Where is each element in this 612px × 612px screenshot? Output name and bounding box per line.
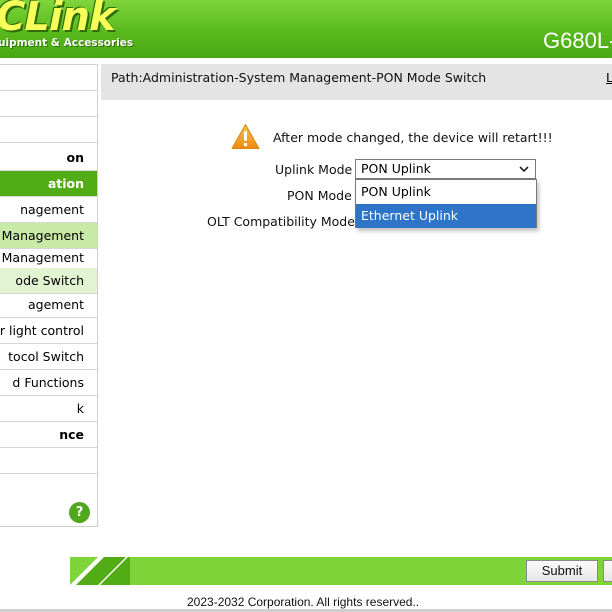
sidebar-item-protocol-switch[interactable]: tocol Switch bbox=[0, 344, 97, 370]
submit-button[interactable]: Submit bbox=[526, 560, 598, 582]
footer-stripe bbox=[70, 557, 130, 585]
sidebar-item-maintenance[interactable]: nce bbox=[0, 422, 97, 448]
sidebar-item-3[interactable] bbox=[0, 117, 97, 143]
header-banner: CLink uipment & Accessories G680L- bbox=[0, 0, 612, 58]
sidebar-item-application[interactable]: on bbox=[0, 145, 97, 171]
help-icon[interactable]: ? bbox=[69, 502, 90, 523]
sidebar-item-label: k bbox=[76, 401, 84, 416]
breadcrumb: Path:Administration-System Management-PO… bbox=[111, 70, 487, 85]
sidebar-item-2[interactable] bbox=[0, 91, 97, 117]
sidebar-item-label: d Functions bbox=[12, 375, 84, 390]
warning-icon bbox=[231, 124, 260, 149]
copyright-text: 2023-2032 Corporation. All rights reserv… bbox=[187, 595, 420, 609]
sidebar-item-advanced-functions[interactable]: d Functions bbox=[0, 370, 97, 396]
uplink-mode-label: Uplink Mode bbox=[275, 162, 353, 177]
warning-message: After mode changed, the device will reta… bbox=[273, 130, 553, 145]
sidebar-item-label: nagement bbox=[20, 202, 84, 217]
sidebar-item-label: ation bbox=[47, 176, 84, 191]
sidebar-item-pon-mode-switch[interactable]: ode Switch bbox=[0, 268, 97, 294]
pon-mode-label: PON Mode bbox=[287, 188, 352, 203]
sidebar-item-blank[interactable] bbox=[0, 448, 97, 474]
sidebar-item-label: nce bbox=[59, 427, 84, 442]
sidebar-item-label: ode Switch bbox=[15, 273, 84, 288]
logout-link[interactable]: L bbox=[606, 70, 612, 85]
sidebar-item-label: tocol Switch bbox=[8, 349, 84, 364]
uplink-mode-select[interactable]: PON Uplink bbox=[355, 159, 536, 179]
sidebar-item-label: on bbox=[66, 150, 85, 165]
option-ethernet-uplink[interactable]: Ethernet Uplink bbox=[356, 204, 536, 228]
chevron-down-icon bbox=[519, 166, 529, 173]
breadcrumb-bar: Path:Administration-System Management-PO… bbox=[101, 64, 612, 100]
page: CLink uipment & Accessories G680L- on at… bbox=[0, 0, 612, 612]
sidebar-item-indicator-light-control[interactable]: r light control bbox=[0, 318, 97, 344]
sidebar-item-diagnosis[interactable]: k bbox=[0, 396, 97, 422]
sidebar-item-label: r light control bbox=[0, 323, 84, 338]
sidebar-item-administration[interactable]: ation bbox=[0, 171, 97, 197]
sidebar-item-user-management[interactable]: nagement bbox=[0, 197, 97, 223]
cancel-button[interactable] bbox=[603, 560, 612, 582]
uplink-mode-value: PON Uplink bbox=[361, 161, 431, 176]
device-model: G680L- bbox=[543, 28, 612, 53]
logo-tagline: uipment & Accessories bbox=[0, 37, 134, 49]
sidebar-nav: on ation nagement Management n Managemen… bbox=[0, 64, 98, 527]
sidebar-item-1[interactable] bbox=[0, 65, 97, 91]
sidebar-item-label: agement bbox=[28, 297, 84, 312]
sidebar-item-log-management[interactable]: agement bbox=[0, 292, 97, 318]
uplink-mode-dropdown: PON Uplink Ethernet Uplink bbox=[355, 179, 537, 228]
option-pon-uplink[interactable]: PON Uplink bbox=[356, 180, 536, 204]
olt-compatibility-label: OLT Compatibility Mode bbox=[207, 214, 355, 229]
logo: CLink bbox=[0, 0, 116, 40]
